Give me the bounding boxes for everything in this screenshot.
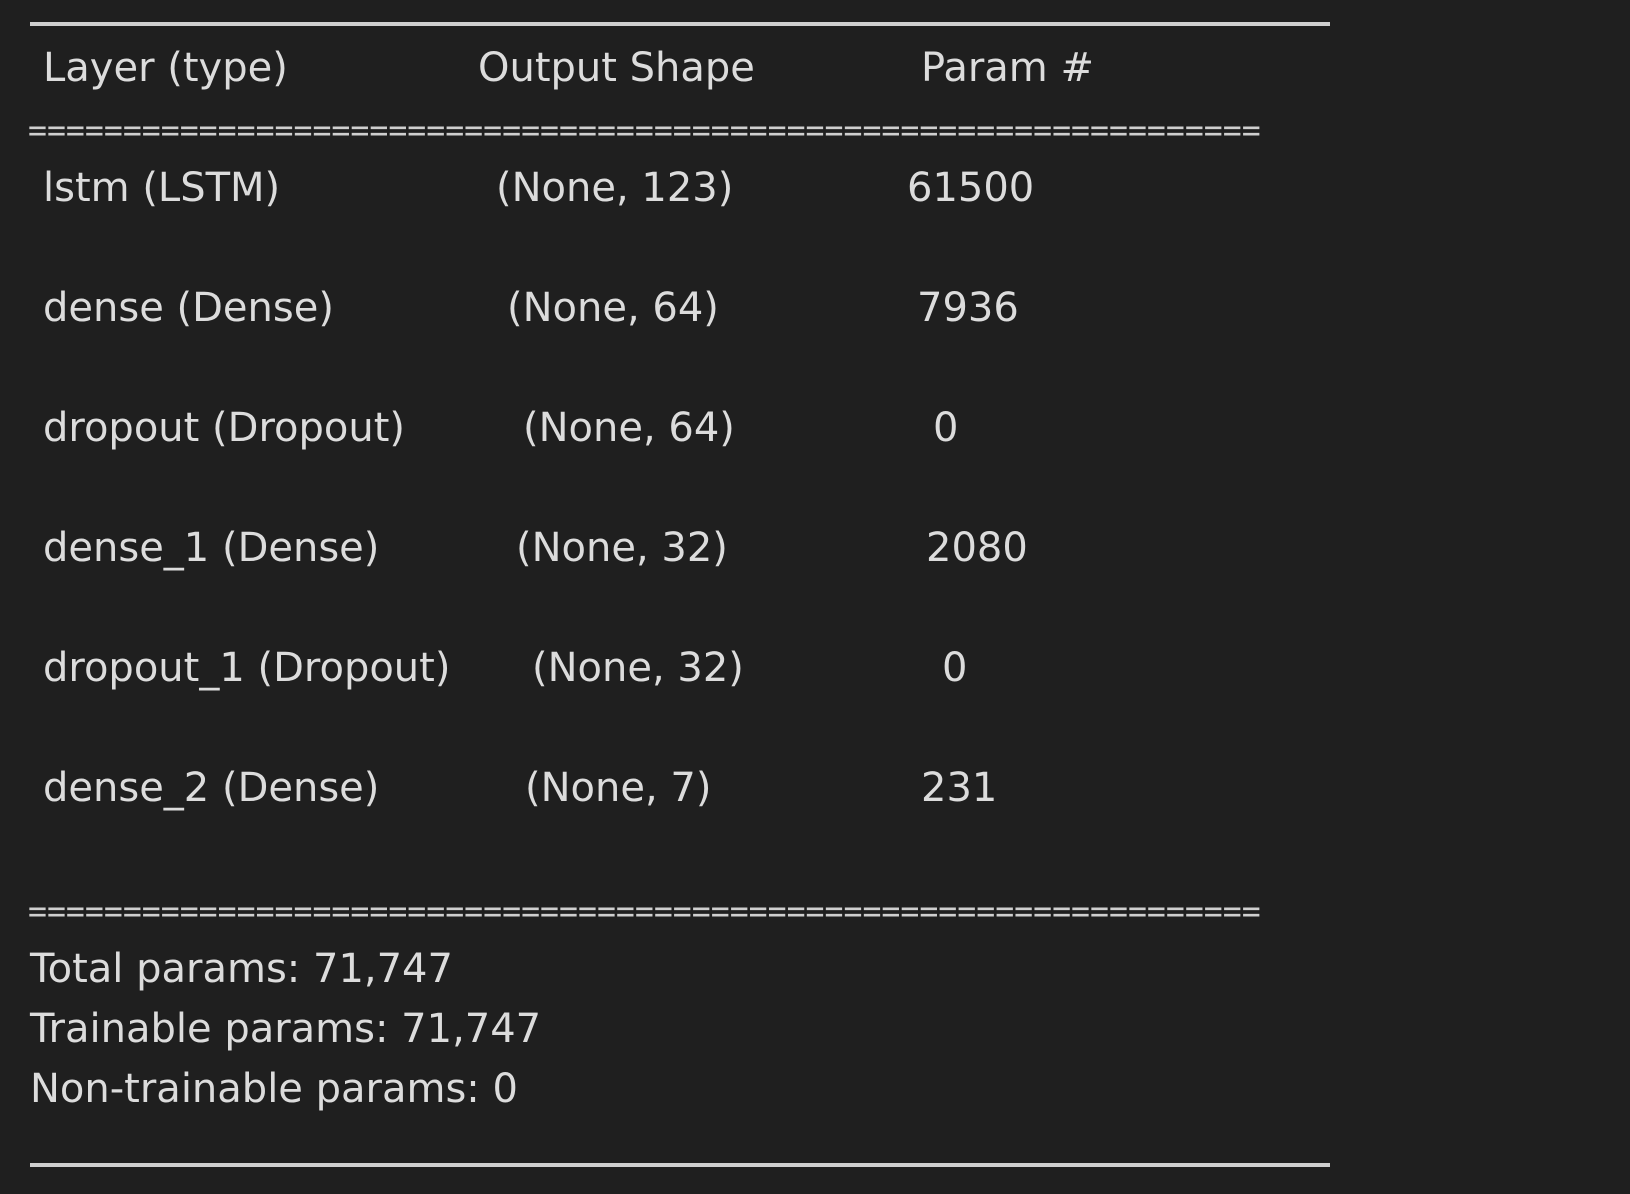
row-layer-name: dropout_1 (Dropout): [43, 645, 451, 691]
row-param-count: 7936: [917, 285, 1019, 331]
row-layer-name: dense_1 (Dense): [43, 525, 380, 571]
header-param-count: Param #: [921, 45, 1094, 91]
row-output-shape: (None, 64): [523, 405, 735, 451]
bottom-rule: [30, 1163, 1330, 1167]
row-param-count: 2080: [926, 525, 1028, 571]
trainable-params: Trainable params: 71,747: [30, 1006, 542, 1052]
footer-equals-rule: ========================================…: [28, 897, 1261, 927]
row-layer-name: lstm (LSTM): [43, 165, 281, 211]
row-output-shape: (None, 7): [525, 765, 712, 811]
row-output-shape: (None, 123): [496, 165, 734, 211]
header-output-shape: Output Shape: [478, 45, 755, 91]
row-output-shape: (None, 32): [516, 525, 728, 571]
row-param-count: 231: [921, 765, 998, 811]
top-rule: [30, 22, 1330, 26]
row-param-count: 61500: [907, 165, 1035, 211]
row-layer-name: dense (Dense): [43, 285, 334, 331]
row-layer-name: dropout (Dropout): [43, 405, 405, 451]
model-summary-output: Layer (type) Output Shape Param # ======…: [0, 0, 1630, 1194]
row-param-count: 0: [933, 405, 959, 451]
row-output-shape: (None, 64): [507, 285, 719, 331]
row-layer-name: dense_2 (Dense): [43, 765, 380, 811]
header-equals-rule: ========================================…: [28, 116, 1261, 146]
row-output-shape: (None, 32): [532, 645, 744, 691]
row-param-count: 0: [942, 645, 968, 691]
non-trainable-params: Non-trainable params: 0: [30, 1066, 518, 1112]
header-layer-type: Layer (type): [43, 45, 288, 91]
total-params: Total params: 71,747: [30, 946, 453, 992]
